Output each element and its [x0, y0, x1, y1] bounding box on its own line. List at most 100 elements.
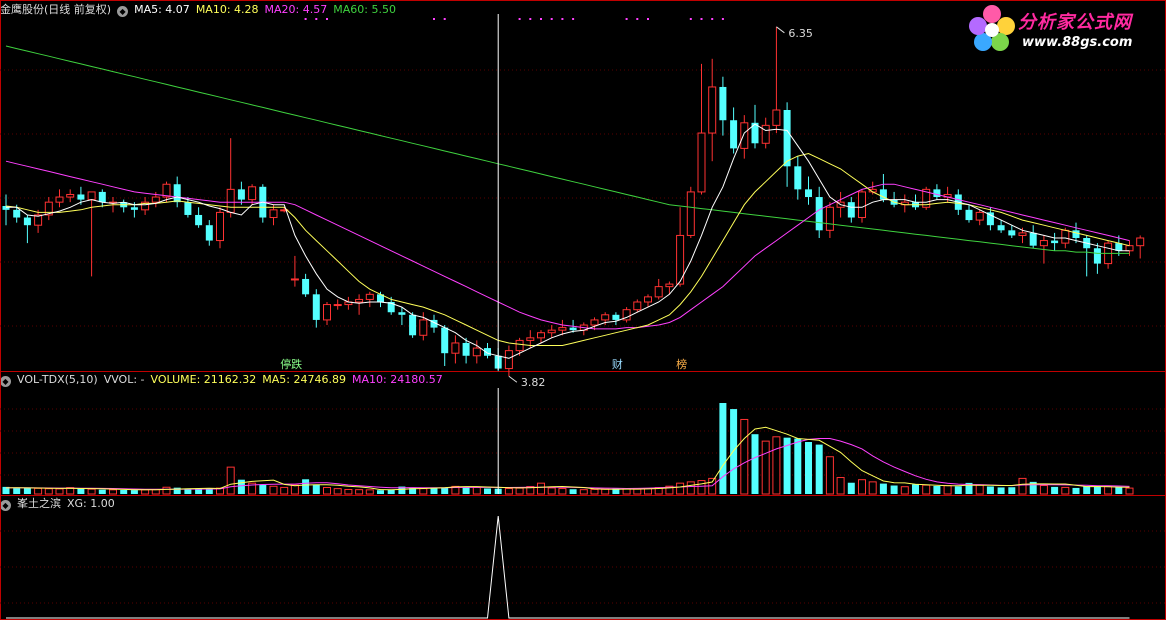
event-dot [572, 18, 575, 20]
candle-body [644, 296, 652, 303]
volume-bar [472, 486, 481, 495]
candle-body [195, 214, 203, 226]
volume-bar [686, 481, 695, 495]
volume-bar [323, 487, 331, 495]
low-price-label: 3.82 [521, 376, 546, 389]
volume-bar [633, 488, 642, 495]
volume-bar [697, 480, 706, 495]
stock-chart-canvas[interactable]: 6.35 3.82 停跌 财 榜 [0, 0, 1166, 620]
candle-body [151, 196, 160, 203]
candle-body [365, 293, 374, 300]
volume-bar [151, 489, 160, 495]
volume-bar [280, 486, 289, 495]
candle-body [355, 298, 364, 303]
watermark-title: 分析家公式网 [1018, 12, 1132, 33]
volume-bar [419, 488, 428, 495]
volume-bar [975, 484, 984, 495]
candle-body [398, 312, 406, 315]
candle-body [451, 342, 460, 354]
ma60-line [5, 45, 1130, 254]
volume-bar [579, 489, 588, 495]
candle-body [719, 86, 727, 121]
volume-bar [761, 440, 770, 495]
candle-body [515, 339, 524, 352]
volume-bar [933, 485, 941, 494]
candle-body [205, 225, 213, 241]
volume-bar [1104, 485, 1113, 495]
volume-ma5-line [5, 426, 1130, 491]
volume-bar [195, 488, 203, 494]
volume-bar [365, 489, 374, 495]
volume-bar [1072, 487, 1080, 494]
candle-body [590, 319, 599, 326]
high-price-label: 6.35 [788, 27, 813, 40]
volume-bar [484, 488, 491, 494]
volume-ma10-line [6, 438, 1130, 490]
event-dot [711, 18, 714, 20]
volume-bar [847, 482, 855, 494]
flower-logo-icon [969, 5, 1015, 51]
candle-body [697, 132, 706, 193]
candle-body [216, 211, 224, 242]
candle-body [130, 207, 138, 210]
finance-tag: 财 [612, 357, 623, 371]
event-dot [689, 18, 692, 20]
candle-body [558, 327, 567, 331]
candle-body [654, 286, 663, 298]
suspension-tag: 停跌 [280, 357, 302, 371]
candle-body [847, 202, 855, 218]
candle-body [312, 294, 320, 320]
volume-bar [772, 436, 781, 495]
volume-bar [879, 483, 887, 494]
event-dot [326, 18, 328, 20]
candle-body [248, 186, 257, 201]
volume-bar [269, 485, 278, 495]
candle-body [419, 319, 428, 336]
volume-bar [1093, 486, 1101, 494]
event-dot [540, 18, 542, 20]
event-dot [721, 18, 724, 20]
candle-body [1039, 240, 1048, 247]
event-dot [636, 18, 639, 20]
watermark-url: www.88gs.com [1022, 35, 1133, 50]
candle-body [815, 197, 823, 231]
candle-body [825, 206, 834, 231]
volume-bar [943, 485, 952, 495]
volume-bar [1083, 486, 1091, 494]
candle-body [184, 202, 192, 215]
candle-body [975, 211, 984, 221]
candle-body [302, 278, 310, 295]
event-dot [433, 18, 435, 20]
volume-bar [302, 479, 310, 494]
volume-bar [1115, 487, 1123, 494]
candle-body [1008, 230, 1016, 236]
volume-bar [344, 488, 353, 495]
candle-body [1051, 240, 1059, 244]
candle-body [409, 314, 417, 336]
candle-body [526, 337, 535, 341]
candle-body [333, 304, 342, 307]
event-dot [315, 18, 318, 20]
candle-body [55, 196, 64, 203]
candle-body [1136, 237, 1145, 247]
volume-bar [1125, 487, 1134, 495]
volume-bar [87, 488, 96, 495]
candle-body [933, 189, 941, 198]
event-dot [304, 18, 307, 20]
volume-bar [377, 490, 384, 494]
volume-bar [569, 489, 577, 494]
candle-body [472, 347, 481, 357]
chart-border [0, 0, 1166, 620]
candle-body [569, 327, 577, 331]
event-dot [561, 18, 564, 20]
ma10-line [5, 152, 1130, 346]
candle-body [708, 86, 717, 134]
candle-body [226, 188, 235, 213]
candle-body [66, 193, 75, 198]
volume-bar [34, 487, 43, 495]
volume-bar [1008, 487, 1016, 494]
candle-body [1115, 243, 1123, 251]
volume-bar [868, 481, 877, 495]
volume-bar [836, 477, 845, 495]
candle-body [761, 124, 770, 144]
